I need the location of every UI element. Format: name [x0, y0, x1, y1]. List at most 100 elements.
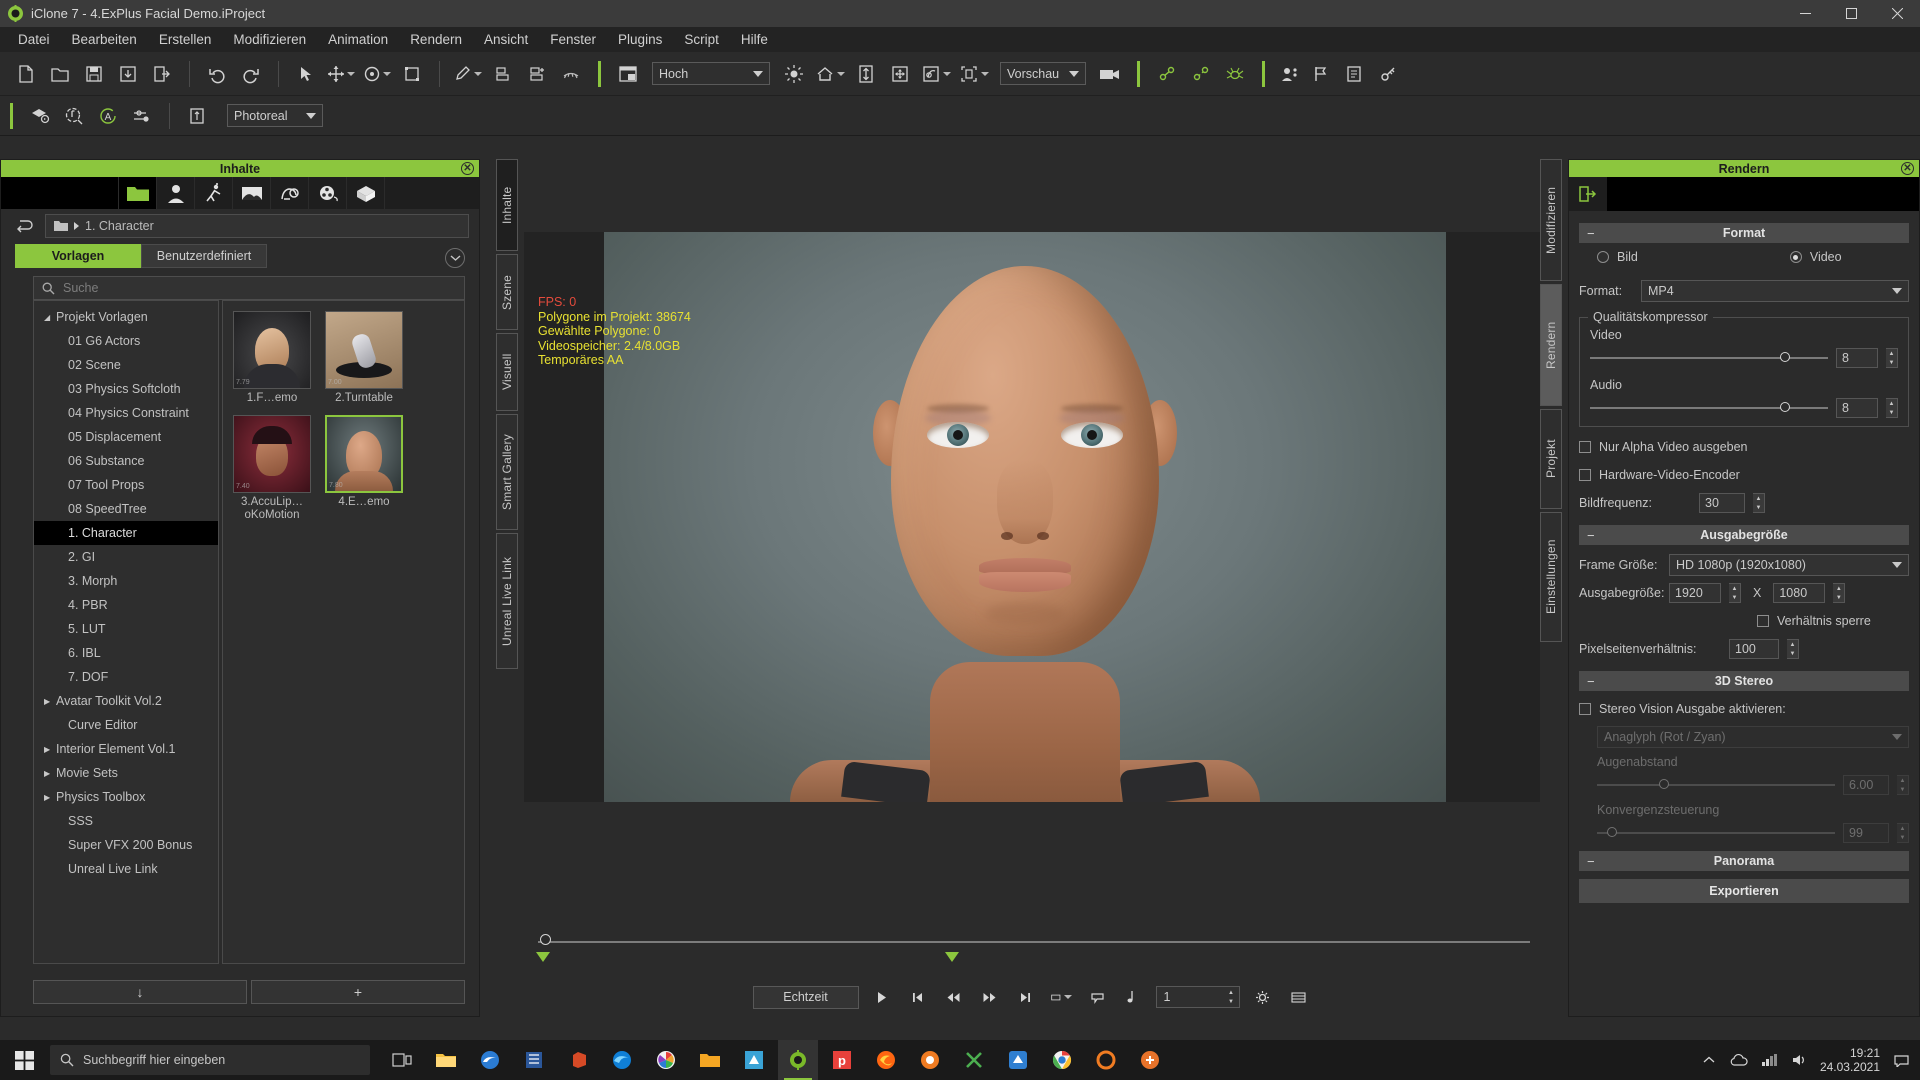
- notification-icon[interactable]: [1892, 1051, 1910, 1069]
- range-icon[interactable]: [1048, 986, 1075, 1009]
- blue-app-icon[interactable]: [998, 1040, 1038, 1080]
- orange-app-icon[interactable]: [910, 1040, 950, 1080]
- iclone-icon[interactable]: [778, 1040, 818, 1080]
- close-icon[interactable]: ✕: [461, 162, 474, 175]
- dock-tab-unreal-live-link[interactable]: Unreal Live Link: [496, 533, 518, 669]
- section-format[interactable]: − Format: [1579, 223, 1909, 243]
- audio-quality-slider[interactable]: [1590, 402, 1828, 412]
- orbit-icon[interactable]: [918, 58, 954, 90]
- tree-item[interactable]: ▶ Physics Toolbox: [34, 785, 218, 809]
- new-document-icon[interactable]: [10, 58, 42, 90]
- triangle-right-icon[interactable]: ▶: [44, 769, 56, 778]
- format-select[interactable]: MP4: [1641, 280, 1909, 302]
- spider-icon[interactable]: [1219, 58, 1251, 90]
- stereo-enable-checkbox[interactable]: [1579, 703, 1591, 715]
- folder-icon[interactable]: [119, 177, 157, 209]
- audio-quality-stepper[interactable]: ▲ ▼: [1886, 398, 1898, 418]
- tree-item[interactable]: 03 Physics Softcloth: [34, 377, 218, 401]
- collapse-icon-output[interactable]: −: [1587, 528, 1595, 543]
- output-width-value[interactable]: 1920: [1669, 583, 1721, 603]
- alpha-only-checkbox[interactable]: [1579, 441, 1591, 453]
- menu-ansicht[interactable]: Ansicht: [473, 29, 539, 50]
- play-icon[interactable]: [868, 986, 895, 1009]
- taskbar-clock[interactable]: 19:21 24.03.2021: [1820, 1046, 1880, 1074]
- expand-options-icon[interactable]: [445, 248, 465, 268]
- redo-icon[interactable]: [235, 58, 267, 90]
- menu-modifizieren[interactable]: Modifizieren: [222, 29, 317, 50]
- excel-like-icon[interactable]: [514, 1040, 554, 1080]
- tree-item[interactable]: 05 Displacement: [34, 425, 218, 449]
- viewport-render-area[interactable]: [604, 232, 1446, 802]
- triangle-right-icon[interactable]: ▶: [44, 793, 56, 802]
- edit-pencil-icon[interactable]: [451, 58, 485, 90]
- video-quality-stepper[interactable]: ▲ ▼: [1886, 348, 1898, 368]
- render-export-icon[interactable]: [1569, 177, 1607, 211]
- edge-chromium-icon[interactable]: [602, 1040, 642, 1080]
- chrome-icon[interactable]: [1042, 1040, 1082, 1080]
- flag-icon[interactable]: [1304, 58, 1336, 90]
- thumbnail-item[interactable]: 7.40 3.AccuLip…oKoMotion: [233, 415, 311, 522]
- breadcrumb[interactable]: 1. Character: [45, 214, 469, 238]
- framerate-stepper[interactable]: ▲ ▼: [1753, 493, 1765, 513]
- office-icon[interactable]: [558, 1040, 598, 1080]
- dock-tab-modifizieren[interactable]: Modifizieren: [1540, 159, 1562, 281]
- menu-script[interactable]: Script: [673, 29, 730, 50]
- output-height-value[interactable]: 1080: [1773, 583, 1826, 603]
- tree-item[interactable]: ▶ Avatar Toolkit Vol.2: [34, 689, 218, 713]
- move-view-icon[interactable]: [884, 58, 916, 90]
- network-icon[interactable]: [1760, 1051, 1778, 1069]
- timeline-marker-start[interactable]: [536, 952, 550, 962]
- tree-item[interactable]: 1. Character: [34, 521, 218, 545]
- dock-tab-smart-gallery[interactable]: Smart Gallery: [496, 414, 518, 530]
- reallusion-cc-icon[interactable]: [734, 1040, 774, 1080]
- import-icon[interactable]: [112, 58, 144, 90]
- add-button[interactable]: +: [251, 980, 465, 1004]
- taskbar-search[interactable]: Suchbegriff hier eingeben: [50, 1045, 370, 1075]
- marker-icon[interactable]: [1084, 986, 1111, 1009]
- tree-item[interactable]: 02 Scene: [34, 353, 218, 377]
- accu-icon[interactable]: A: [92, 100, 124, 132]
- scene-icon[interactable]: [233, 177, 271, 209]
- dock-tab-rendern[interactable]: Rendern: [1540, 284, 1562, 406]
- menu-hilfe[interactable]: Hilfe: [730, 29, 779, 50]
- output-width-stepper[interactable]: ▲ ▼: [1729, 583, 1741, 603]
- search-input[interactable]: [33, 276, 465, 300]
- tab-benutzerdefiniert[interactable]: Benutzerdefiniert: [141, 244, 267, 268]
- frame-number-input[interactable]: 1 ▲ ▼: [1155, 986, 1240, 1008]
- audio-quality-value[interactable]: 8: [1836, 398, 1878, 418]
- tree-item[interactable]: 04 Physics Constraint: [34, 401, 218, 425]
- gear-icon[interactable]: [1249, 986, 1276, 1009]
- section-stereo[interactable]: − 3D Stereo: [1579, 671, 1909, 691]
- framerate-value[interactable]: 30: [1699, 493, 1745, 513]
- scan-icon[interactable]: [58, 100, 90, 132]
- firefox-icon[interactable]: [866, 1040, 906, 1080]
- hw-encoder-checkbox[interactable]: [1579, 469, 1591, 481]
- alpha-only-row[interactable]: Nur Alpha Video ausgeben: [1579, 433, 1909, 461]
- step-icon[interactable]: [181, 100, 213, 132]
- section-panorama[interactable]: − Panorama: [1579, 851, 1909, 871]
- menu-plugins[interactable]: Plugins: [607, 29, 673, 50]
- hw-encoder-row[interactable]: Hardware-Video-Encoder: [1579, 461, 1909, 489]
- export-icon[interactable]: [146, 58, 178, 90]
- open-folder-icon[interactable]: [44, 58, 76, 90]
- list-icon[interactable]: [1285, 986, 1312, 1009]
- dock-tab-visuell[interactable]: Visuell: [496, 333, 518, 411]
- triangle-right-icon[interactable]: ▶: [44, 745, 56, 754]
- edge-icon[interactable]: [470, 1040, 510, 1080]
- radio-bild[interactable]: Bild: [1597, 250, 1638, 264]
- timeline-playhead[interactable]: [540, 934, 551, 945]
- photos-icon[interactable]: [646, 1040, 686, 1080]
- render-style-select[interactable]: Photoreal: [227, 104, 323, 127]
- timeline-track[interactable]: [538, 941, 1530, 943]
- rotate-tool-icon[interactable]: [360, 58, 394, 90]
- menu-datei[interactable]: Datei: [7, 29, 61, 50]
- step-forward-icon[interactable]: [976, 986, 1003, 1009]
- tree-item[interactable]: 2. GI: [34, 545, 218, 569]
- note-icon[interactable]: [1338, 58, 1370, 90]
- orange-ring-icon[interactable]: [1086, 1040, 1126, 1080]
- tree-item[interactable]: ▶ Movie Sets: [34, 761, 218, 785]
- align-icon[interactable]: [487, 58, 519, 90]
- output-height-stepper[interactable]: ▲ ▼: [1833, 583, 1846, 603]
- back-icon[interactable]: [11, 215, 37, 237]
- menu-rendern[interactable]: Rendern: [399, 29, 473, 50]
